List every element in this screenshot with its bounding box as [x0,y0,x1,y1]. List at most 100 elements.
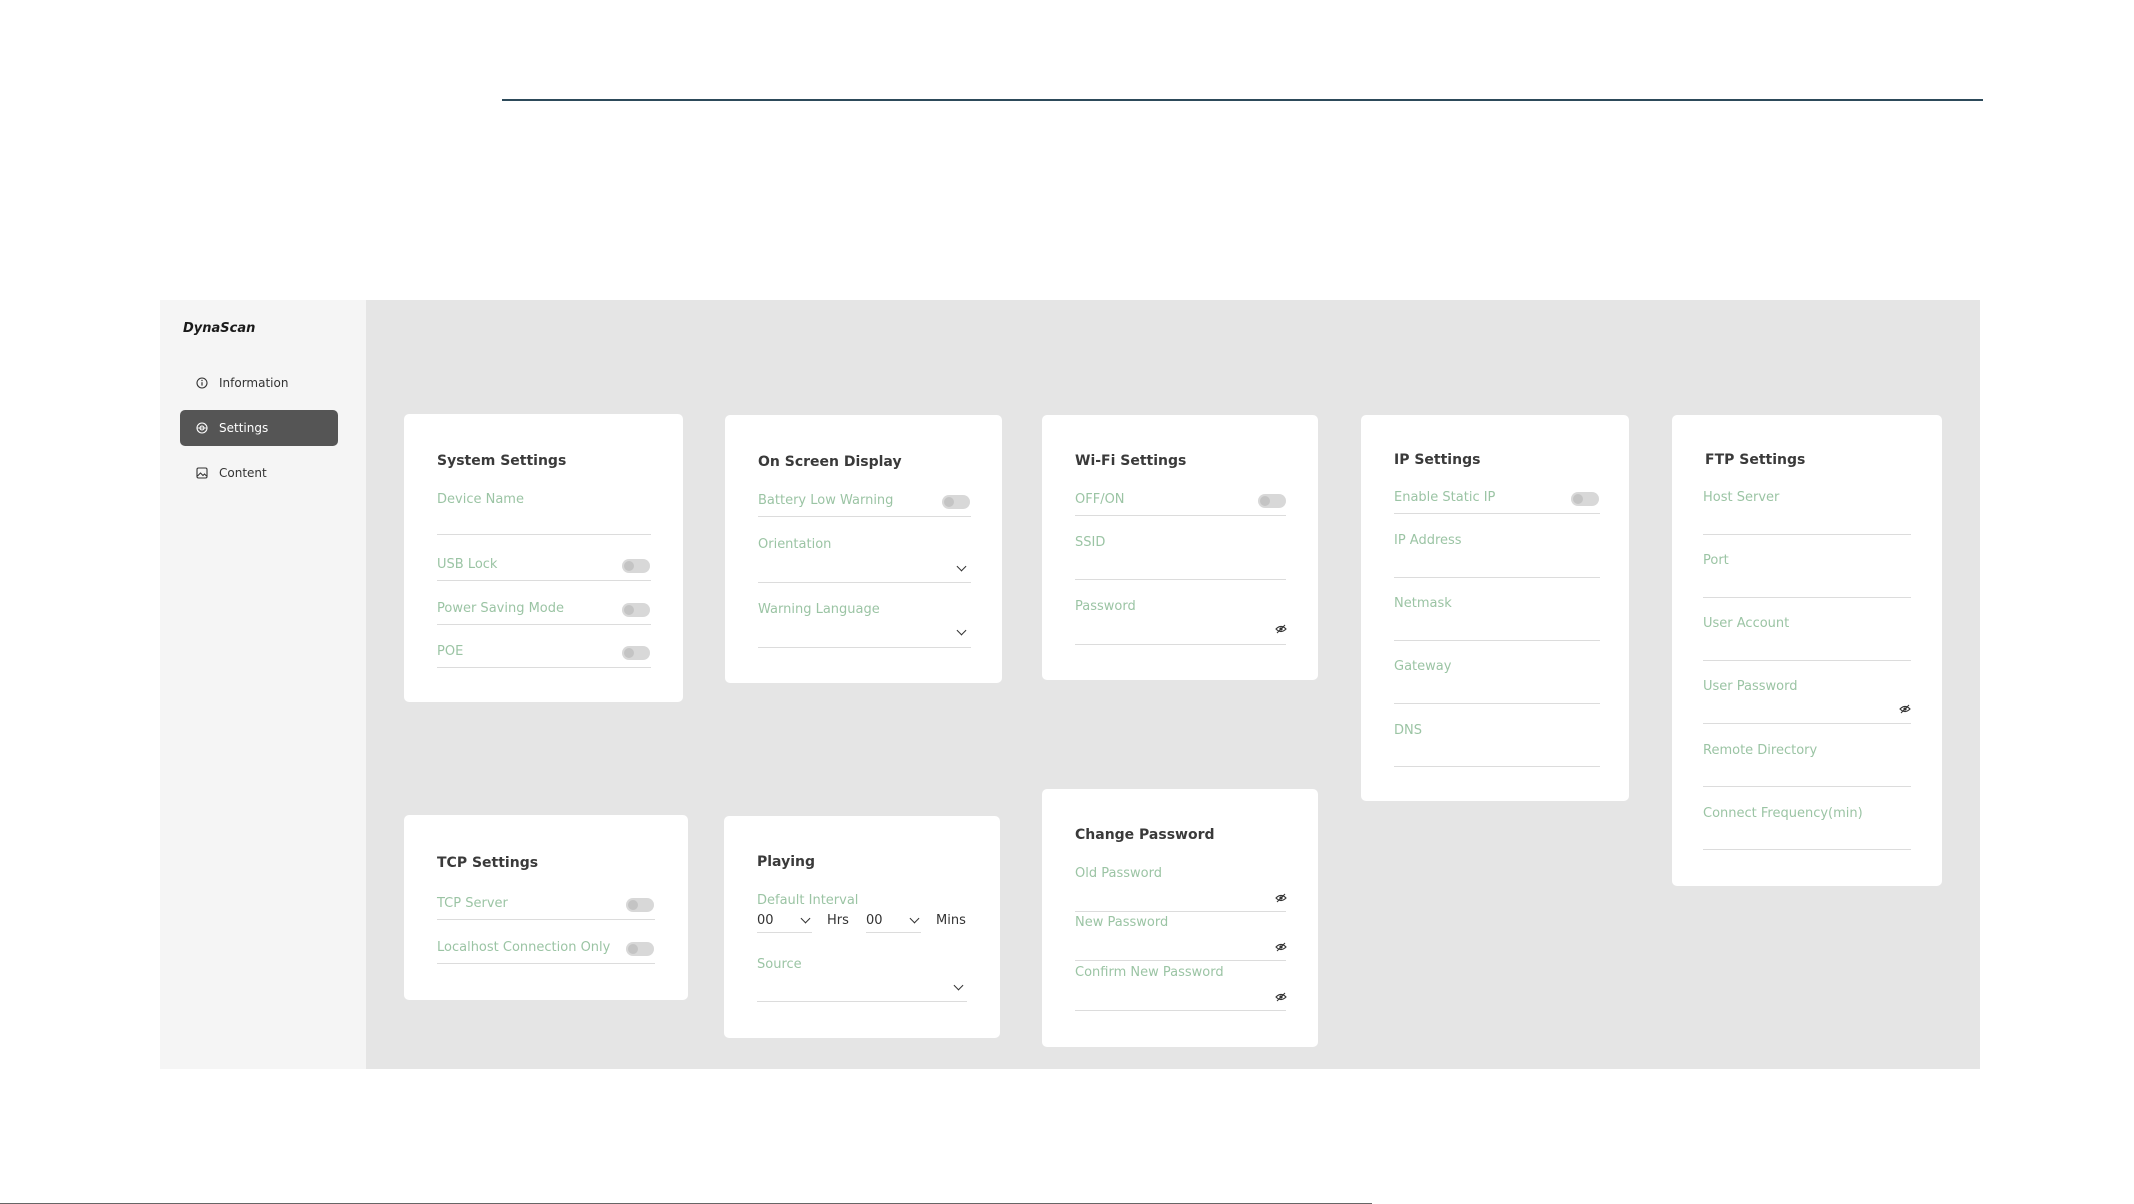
tcp-server-label: TCP Server [437,896,508,911]
minutes-select-value[interactable]: 00 [866,913,883,928]
orientation-label: Orientation [758,537,832,552]
playing-card: Playing Default Interval 00 Hrs 00 Mins … [724,816,1000,1038]
device-name-input[interactable] [437,534,651,535]
card-title: IP Settings [1394,452,1481,468]
divider [437,919,655,920]
divider [437,963,655,964]
gateway-input[interactable] [1394,703,1600,704]
dns-input[interactable] [1394,766,1600,767]
ssid-input[interactable] [1075,579,1286,580]
sidebar-item-information[interactable]: Information [180,365,338,401]
chevron-down-icon[interactable] [956,625,967,636]
header-divider [502,99,1983,101]
wifi-toggle[interactable] [1258,494,1286,508]
eye-off-icon[interactable] [1899,703,1911,715]
minutes-unit-label: Mins [936,913,966,928]
source-select[interactable] [757,1001,967,1002]
confirm-password-label: Confirm New Password [1075,965,1224,980]
sidebar-item-label: Settings [219,421,269,435]
user-account-label: User Account [1703,616,1790,631]
localhost-only-toggle[interactable] [626,942,654,956]
sidebar-item-content[interactable]: Content [180,455,338,491]
divider [1075,515,1286,516]
ip-address-input[interactable] [1394,577,1600,578]
minutes-select[interactable] [866,932,921,933]
battery-low-toggle[interactable] [942,495,970,509]
image-icon [195,466,209,480]
localhost-only-label: Localhost Connection Only [437,940,611,955]
card-title: System Settings [437,453,567,469]
chevron-down-icon[interactable] [800,913,811,924]
remote-directory-input[interactable] [1703,786,1911,787]
old-password-input[interactable] [1075,911,1286,912]
divider [437,624,651,625]
poe-toggle[interactable] [622,646,650,660]
card-title: On Screen Display [758,454,902,470]
chevron-down-icon[interactable] [956,561,967,572]
settings-icon [195,421,209,435]
card-title: TCP Settings [437,855,539,871]
wifi-password-label: Password [1075,599,1136,614]
info-icon [195,376,209,390]
sidebar-item-settings[interactable]: Settings [180,410,338,446]
netmask-label: Netmask [1394,596,1452,611]
sidebar-item-label: Content [219,466,267,480]
user-password-label: User Password [1703,679,1798,694]
source-label: Source [757,957,802,972]
confirm-password-input[interactable] [1075,1010,1286,1011]
old-password-label: Old Password [1075,866,1162,881]
chevron-down-icon[interactable] [953,980,964,991]
device-name-label: Device Name [437,492,524,507]
remote-directory-label: Remote Directory [1703,743,1818,758]
eye-off-icon[interactable] [1275,623,1287,635]
card-title: Wi-Fi Settings [1075,453,1187,469]
change-password-card: Change Password Old Password New Passwor… [1042,789,1318,1047]
ssid-label: SSID [1075,535,1106,550]
ip-settings-card: IP Settings Enable Static IP IP Address … [1361,415,1629,801]
divider [758,516,971,517]
ip-address-label: IP Address [1394,533,1462,548]
eye-off-icon[interactable] [1275,941,1287,953]
tcp-server-toggle[interactable] [626,898,654,912]
new-password-input[interactable] [1075,960,1286,961]
connect-frequency-input[interactable] [1703,849,1911,850]
orientation-select[interactable] [758,582,971,583]
default-interval-label: Default Interval [757,893,859,908]
usb-lock-toggle[interactable] [622,559,650,573]
chevron-down-icon[interactable] [909,913,920,924]
static-ip-toggle[interactable] [1571,492,1599,506]
host-server-input[interactable] [1703,534,1911,535]
hours-unit-label: Hrs [827,913,849,928]
eye-off-icon[interactable] [1275,991,1287,1003]
netmask-input[interactable] [1394,640,1600,641]
eye-off-icon[interactable] [1275,892,1287,904]
hours-select[interactable] [757,932,812,933]
static-ip-label: Enable Static IP [1394,490,1496,505]
app-window: DynaScan Information Settings Content Sy… [160,300,1980,1069]
wifi-offon-label: OFF/ON [1075,492,1125,507]
connect-frequency-label: Connect Frequency(min) [1703,806,1863,821]
battery-low-label: Battery Low Warning [758,493,894,508]
power-saving-label: Power Saving Mode [437,601,565,616]
new-password-label: New Password [1075,915,1169,930]
warning-language-label: Warning Language [758,602,880,617]
wifi-password-input[interactable] [1075,644,1286,645]
gateway-label: Gateway [1394,659,1452,674]
power-saving-toggle[interactable] [622,603,650,617]
sidebar-item-label: Information [219,376,289,390]
divider [437,580,651,581]
usb-lock-label: USB Lock [437,557,498,572]
divider [1394,513,1600,514]
user-account-input[interactable] [1703,660,1911,661]
wifi-settings-card: Wi-Fi Settings OFF/ON SSID Password [1042,415,1318,680]
poe-label: POE [437,644,464,659]
hours-select-value[interactable]: 00 [757,913,774,928]
user-password-input[interactable] [1703,723,1911,724]
warning-language-select[interactable] [758,647,971,648]
divider [437,667,651,668]
osd-card: On Screen Display Battery Low Warning Or… [725,415,1002,683]
host-server-label: Host Server [1703,490,1780,505]
port-label: Port [1703,553,1729,568]
card-title: FTP Settings [1705,452,1806,468]
port-input[interactable] [1703,597,1911,598]
